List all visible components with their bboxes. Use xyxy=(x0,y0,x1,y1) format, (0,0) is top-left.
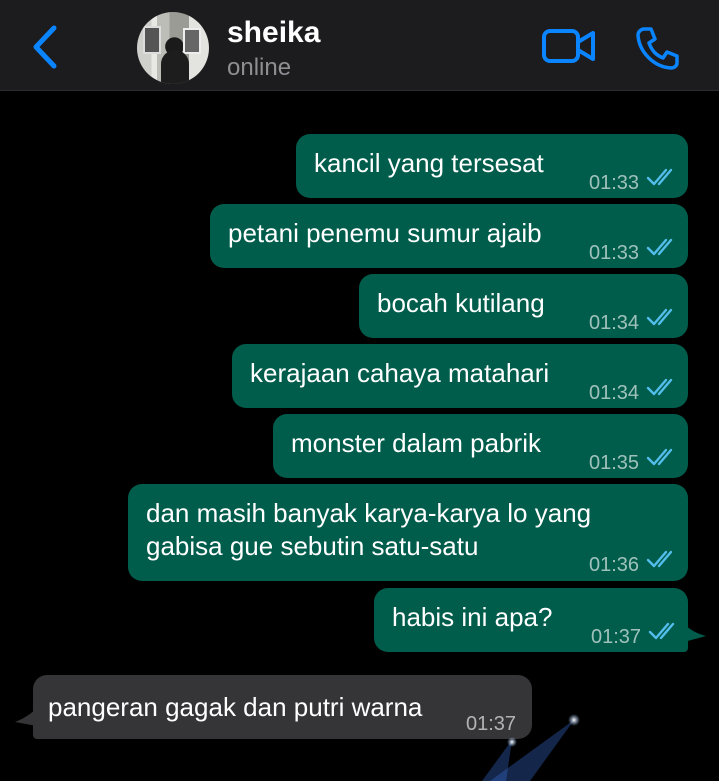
chevron-left-icon xyxy=(33,25,57,69)
message-text-line: dan masih banyak karya-karya lo yang xyxy=(146,498,592,528)
video-camera-icon xyxy=(542,29,595,63)
chat-header: sheika online xyxy=(0,0,719,91)
message-bubble-incoming[interactable]: pangeran gagak dan putri warna 01:37 xyxy=(33,675,532,739)
phone-icon xyxy=(636,27,679,70)
message-time: 01:35 xyxy=(589,452,640,474)
avatar-photo-detail xyxy=(183,28,201,54)
wallpaper-stage-lights xyxy=(482,714,580,781)
message-text: kerajaan cahaya matahari xyxy=(250,358,550,388)
contact-avatar[interactable] xyxy=(137,12,209,84)
avatar-photo-detail xyxy=(143,26,161,54)
read-receipt-icon xyxy=(646,308,673,326)
message-time: 01:34 xyxy=(589,312,640,334)
back-button[interactable] xyxy=(28,24,64,70)
message-text: habis ini apa? xyxy=(392,602,553,632)
message-text-line: gabisa gue sebutin satu-satu xyxy=(146,531,479,561)
read-receipt-icon xyxy=(646,168,673,186)
voice-call-button[interactable] xyxy=(634,25,680,71)
contact-status: online xyxy=(227,54,292,81)
contact-name[interactable]: sheika xyxy=(227,16,320,50)
message-text: bocah kutilang xyxy=(377,288,545,318)
message-bubble-outgoing[interactable]: monster dalam pabrik 01:35 xyxy=(273,414,688,478)
message-text: petani penemu sumur ajaib xyxy=(228,218,542,248)
read-receipt-icon xyxy=(646,378,673,396)
message-text: pangeran gagak dan putri warna xyxy=(48,692,423,722)
message-time: 01:37 xyxy=(591,626,642,648)
message-bubble-outgoing[interactable]: kerajaan cahaya matahari 01:34 xyxy=(232,344,688,408)
read-receipt-icon xyxy=(646,238,673,256)
message-text: kancil yang tersesat xyxy=(314,148,544,178)
message-time: 01:36 xyxy=(589,554,640,576)
video-call-button[interactable] xyxy=(541,26,597,66)
message-bubble-outgoing[interactable]: bocah kutilang 01:34 xyxy=(359,274,688,338)
message-bubble-outgoing[interactable]: dan masih banyak karya-karya lo yang gab… xyxy=(128,484,688,581)
bubble-tail xyxy=(684,624,706,642)
message-bubble-outgoing[interactable]: kancil yang tersesat 01:33 xyxy=(296,134,688,198)
read-receipt-icon xyxy=(648,622,675,640)
message-time: 01:33 xyxy=(589,242,640,264)
read-receipt-icon xyxy=(646,550,673,568)
read-receipt-icon xyxy=(646,448,673,466)
bubble-tail xyxy=(15,708,37,726)
message-time: 01:34 xyxy=(589,382,640,404)
message-bubble-outgoing[interactable]: petani penemu sumur ajaib 01:33 xyxy=(210,204,688,268)
avatar-photo-figure xyxy=(161,50,189,84)
message-bubble-outgoing[interactable]: habis ini apa? 01:37 xyxy=(374,588,688,652)
message-time: 01:33 xyxy=(589,172,640,194)
message-text: monster dalam pabrik xyxy=(291,428,541,458)
